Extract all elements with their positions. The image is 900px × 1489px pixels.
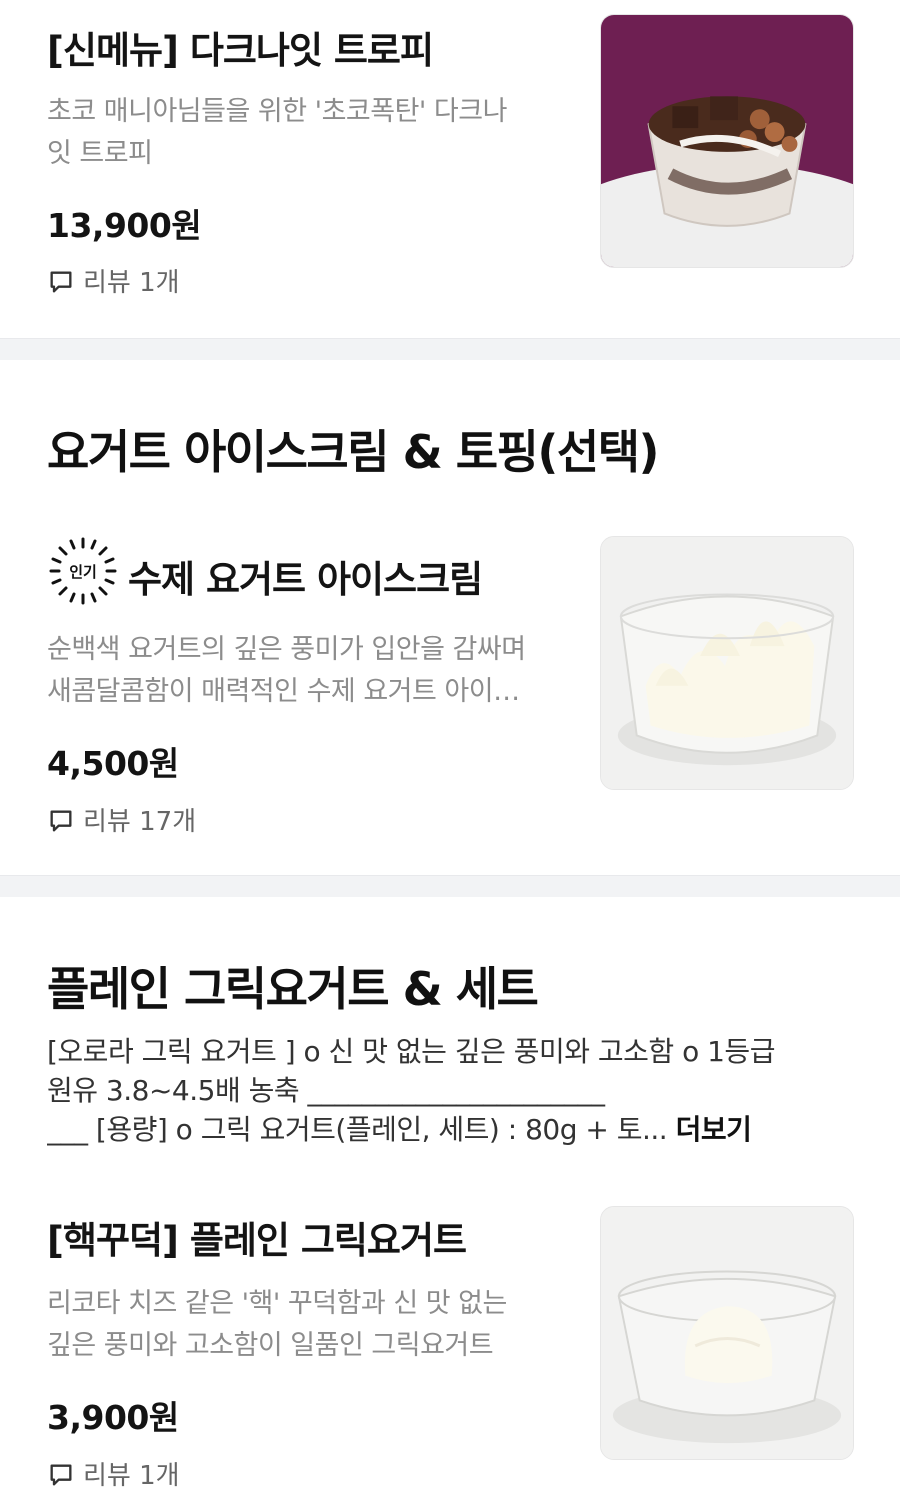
item-name: 수제 요거트 아이스크림 (128, 558, 483, 601)
review-count[interactable]: 리뷰 1개 (47, 1455, 180, 1489)
comment-icon (50, 271, 72, 292)
more-button[interactable]: 더보기 (676, 1113, 752, 1146)
review-count[interactable]: 리뷰 1개 (47, 262, 180, 299)
item-description: 순백색 요거트의 깊은 풍미가 입안을 감싸며 새콤달콤함이 매력적인 수제 요… (47, 634, 526, 707)
item-description: 리코타 치즈 같은 '핵' 꾸덕함과 신 맛 없는 깊은 풍미와 고소함이 일품… (47, 1288, 507, 1361)
yogurt-ice-cream-photo[interactable] (600, 536, 854, 790)
item-price: 4,500원 (47, 744, 179, 783)
item-name: [핵꾸덕] 플레인 그릭요거트 (47, 1219, 467, 1262)
item-description: 초코 매니아님들을 위한 '초코폭탄' 다크나 잇 트로피 (47, 96, 507, 169)
popular-badge: 인기 (47, 535, 119, 607)
greek-yogurt-photo[interactable] (600, 1206, 854, 1460)
section-title: 요거트 아이스크림 & 토핑(선택) (47, 425, 660, 479)
section-title: 플레인 그릭요거트 & 세트 (47, 962, 539, 1016)
section-description: [오로라 그릭 요거트 ] o 신 맛 없는 깊은 풍미와 고소함 o 1등급 … (47, 1035, 775, 1146)
section-divider (0, 875, 900, 897)
comment-icon (50, 1464, 72, 1485)
item-price: 13,900원 (47, 206, 202, 245)
review-count[interactable]: 리뷰 17개 (47, 801, 196, 838)
menu-item-greek-yogurt[interactable]: [핵꾸덕] 플레인 그릭요거트 리코타 치즈 같은 '핵' 꾸덕함과 신 맛 없… (0, 1190, 900, 1489)
item-price: 3,900원 (47, 1398, 179, 1437)
menu-item-dark-knight-trophy[interactable]: [신메뉴] 다크나잇 트로피 초코 매니아님들을 위한 '초코폭탄' 다크나 잇… (0, 0, 900, 338)
menu-item-yogurt-ice-cream[interactable]: 인기 수제 요거트 아이스크림 순백색 요거트의 깊은 풍미가 입안을 감싸며 … (0, 520, 900, 875)
comment-icon (50, 810, 72, 831)
chocolate-trophy-photo[interactable] (600, 14, 854, 268)
item-name: [신메뉴] 다크나잇 트로피 (47, 29, 434, 72)
section-divider (0, 338, 900, 360)
